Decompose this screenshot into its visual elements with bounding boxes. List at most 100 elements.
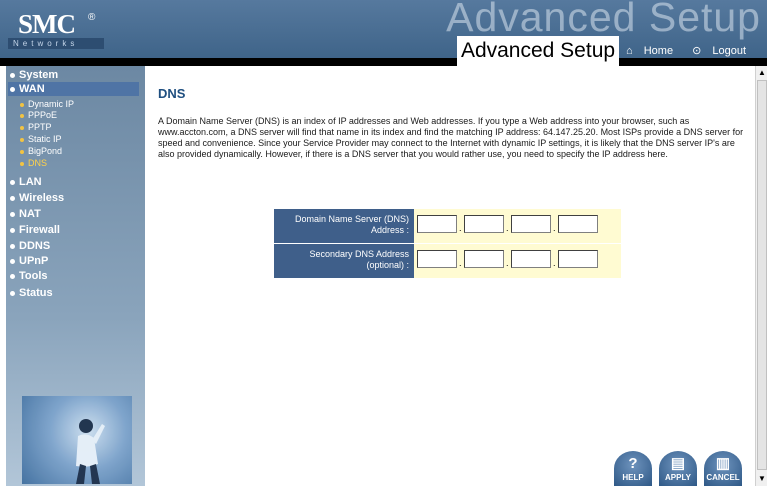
bullet-icon (20, 125, 24, 130)
sidebar-item-wan[interactable]: WAN (8, 82, 139, 96)
bullet-icon (10, 273, 15, 279)
sidebar-subitem-pptp[interactable]: PPTP (20, 122, 52, 133)
dns-description: A Domain Name Server (DNS) is an index o… (158, 116, 744, 159)
secondary-dns-octet-1[interactable] (417, 250, 457, 268)
apply-label: APPLY (665, 473, 691, 482)
primary-dns-octet-2[interactable] (464, 215, 504, 233)
page-section-title: Advanced Setup (457, 36, 619, 66)
bullet-icon (10, 227, 15, 233)
secondary-dns-octet-4[interactable] (558, 250, 598, 268)
sidebar-item-ddns[interactable]: DDNS (10, 239, 50, 253)
octet-separator: . (553, 223, 556, 233)
primary-dns-label: Domain Name Server (DNS) Address : (274, 209, 414, 243)
vertical-scrollbar[interactable]: ▲ ▼ (755, 66, 767, 486)
main-content: DNS A Domain Name Server (DNS) is an ind… (146, 66, 755, 486)
sidebar-subitem-pppoe[interactable]: PPPoE (20, 110, 57, 121)
sidebar-item-label: Status (19, 287, 53, 299)
header-divider (0, 58, 767, 66)
sidebar-item-label: Tools (19, 270, 48, 282)
apply-icon: ▤ (670, 455, 686, 472)
sidebar-item-status[interactable]: Status (10, 286, 53, 300)
primary-dns-octet-3[interactable] (511, 215, 551, 233)
bullet-icon (10, 290, 15, 296)
sidebar-subitem-static-ip[interactable]: Static IP (20, 134, 62, 145)
bullet-icon (10, 258, 15, 264)
scroll-thumb[interactable] (757, 80, 767, 470)
bullet-icon (10, 195, 15, 201)
sidebar-item-system[interactable]: System (10, 68, 58, 82)
logout-link[interactable]: ⊙ Logout (692, 45, 754, 57)
scroll-up-arrow-icon[interactable]: ▲ (757, 68, 767, 78)
cancel-label: CANCEL (706, 473, 740, 482)
house-icon: ⌂ (626, 45, 633, 57)
primary-dns-octet-4[interactable] (558, 215, 598, 233)
home-link[interactable]: ⌂ Home (626, 45, 684, 57)
logo-subtitle: Networks (8, 38, 104, 49)
sidebar-item-label: DDNS (19, 240, 51, 252)
bullet-icon (10, 179, 15, 185)
octet-separator: . (553, 258, 556, 268)
apply-button[interactable]: ▤ APPLY (659, 451, 697, 486)
dns-settings-table: Domain Name Server (DNS) Address : . . .… (274, 209, 621, 278)
secondary-dns-octet-2[interactable] (464, 250, 504, 268)
bullet-icon (20, 161, 24, 166)
sidebar-subitem-dns[interactable]: DNS (20, 158, 47, 169)
home-label: Home (643, 45, 674, 57)
sidebar-item-upnp[interactable]: UPnP (10, 254, 48, 268)
sidebar-item-label: WAN (19, 83, 45, 95)
sidebar-subitem-label: Dynamic IP (28, 99, 75, 109)
secondary-dns-label: Secondary DNS Address (optional) : (274, 244, 414, 278)
bullet-icon (20, 137, 24, 142)
header-links: ⌂ Home ⊙ Logout (626, 44, 762, 57)
help-button[interactable]: ? HELP (614, 451, 652, 486)
page-title: DNS (158, 86, 186, 101)
cancel-icon: ▥ (715, 455, 731, 472)
bullet-icon (10, 243, 15, 249)
primary-dns-row: Domain Name Server (DNS) Address : . . . (274, 209, 621, 243)
secondary-dns-row: Secondary DNS Address (optional) : . . . (274, 244, 621, 278)
user-illustration (22, 396, 132, 484)
sidebar-subitem-label: PPPoE (28, 110, 58, 120)
power-icon: ⊙ (692, 45, 702, 57)
scroll-down-arrow-icon[interactable]: ▼ (757, 474, 767, 484)
sidebar-item-label: Wireless (19, 192, 65, 204)
primary-dns-fields: . . . (414, 209, 621, 243)
sidebar-item-label: Firewall (19, 224, 60, 236)
sidebar-subitem-label: DNS (28, 158, 48, 168)
sidebar-subitem-label: Static IP (28, 134, 62, 144)
bullet-icon (20, 149, 24, 154)
sidebar-item-lan[interactable]: LAN (10, 175, 42, 189)
cancel-button[interactable]: ▥ CANCEL (704, 451, 742, 486)
sidebar-subitem-label: PPTP (28, 122, 52, 132)
octet-separator: . (459, 258, 462, 268)
secondary-dns-octet-3[interactable] (511, 250, 551, 268)
sidebar-item-label: System (19, 69, 59, 81)
logout-label: Logout (712, 45, 747, 57)
logo-registered-mark: ® (88, 12, 96, 23)
bullet-icon (10, 72, 15, 78)
sidebar-subitem-bigpond[interactable]: BigPond (20, 146, 62, 157)
sidebar: System WAN Dynamic IP PPPoE PPTP Static … (6, 66, 145, 486)
secondary-dns-fields: . . . (414, 244, 621, 278)
octet-separator: . (506, 223, 509, 233)
sidebar-item-label: NAT (19, 208, 41, 220)
sidebar-item-tools[interactable]: Tools (10, 269, 48, 283)
help-label: HELP (622, 473, 644, 482)
bullet-icon (20, 113, 24, 118)
octet-separator: . (459, 223, 462, 233)
primary-dns-octet-1[interactable] (417, 215, 457, 233)
sidebar-item-wireless[interactable]: Wireless (10, 191, 64, 205)
smc-logo: SMC ® Networks (8, 8, 106, 50)
bullet-icon (10, 86, 15, 92)
sidebar-item-label: UPnP (19, 255, 49, 267)
sidebar-item-label: LAN (19, 176, 42, 188)
sidebar-subitem-dynamic-ip[interactable]: Dynamic IP (20, 99, 74, 110)
octet-separator: . (506, 258, 509, 268)
question-mark-icon: ? (628, 455, 638, 472)
sidebar-item-nat[interactable]: NAT (10, 207, 41, 221)
bullet-icon (10, 211, 15, 217)
sidebar-subitem-label: BigPond (28, 146, 63, 156)
router-admin-window: SMC ® Networks Advanced Setup Advanced S… (0, 0, 767, 486)
header-watermark-title: Advanced Setup (446, 0, 761, 40)
sidebar-item-firewall[interactable]: Firewall (10, 223, 60, 237)
